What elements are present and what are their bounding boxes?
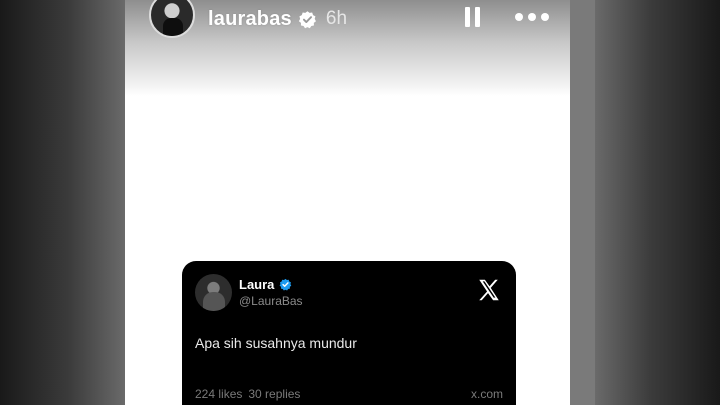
avatar[interactable] <box>149 0 195 38</box>
tweet-replies: 30 replies <box>248 387 301 401</box>
story-timestamp: 6h <box>325 8 348 29</box>
tweet-author-name: Laura <box>239 277 275 292</box>
tweet-author: Laura <box>239 277 292 292</box>
story-viewer[interactable]: laurabas 6h Laura @LauraBas Apa sih susa… <box>125 0 570 405</box>
more-options-button[interactable] <box>515 4 549 30</box>
backdrop-right <box>595 0 720 405</box>
more-options-icon <box>515 13 523 21</box>
pause-icon-bar <box>474 7 480 27</box>
tweet-avatar <box>195 274 232 311</box>
tweet-text: Apa sih susahnya mundur <box>195 335 357 351</box>
story-controls <box>459 4 549 30</box>
story-header: laurabas 6h <box>149 0 549 38</box>
tweet-footer: 224 likes 30 replies x.com <box>195 387 503 401</box>
pause-button[interactable] <box>459 4 485 30</box>
x-logo-icon <box>476 277 502 303</box>
tweet-handle: @LauraBas <box>239 294 303 308</box>
verified-badge-icon <box>279 278 292 291</box>
more-options-dot <box>541 13 549 21</box>
pause-icon <box>464 7 470 27</box>
verified-badge-icon <box>298 10 317 29</box>
tweet-card[interactable]: Laura @LauraBas Apa sih susahnya mundur … <box>182 261 516 405</box>
tweet-likes: 224 likes <box>195 387 243 401</box>
backdrop-left <box>0 0 125 405</box>
story-username[interactable]: laurabas <box>208 8 292 31</box>
more-options-dot <box>528 13 536 21</box>
tweet-source-domain[interactable]: x.com <box>471 387 503 401</box>
